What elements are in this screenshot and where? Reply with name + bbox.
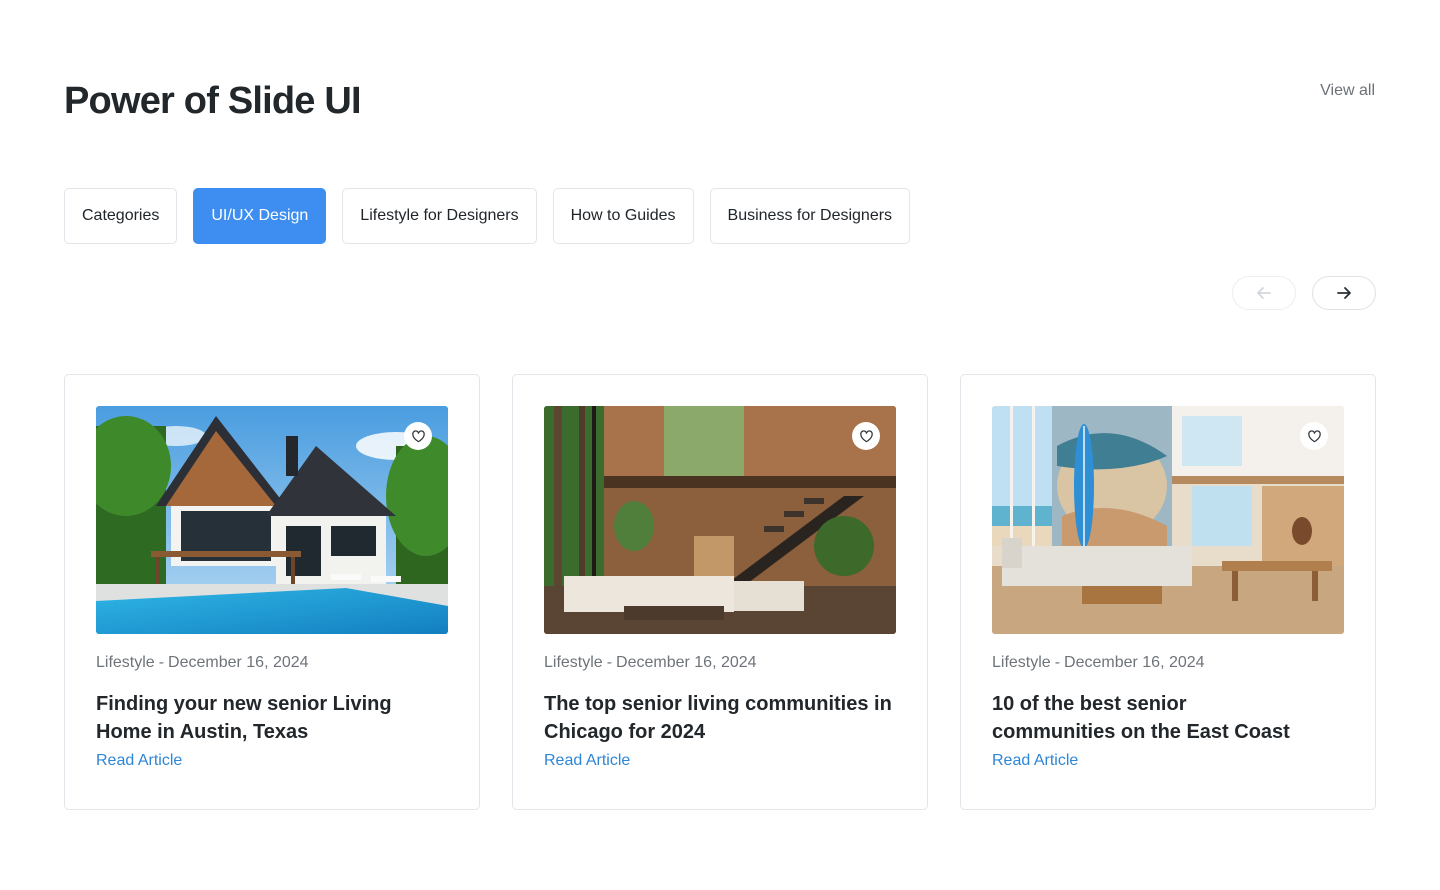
tab-ui-ux-design[interactable]: UI/UX Design xyxy=(193,188,327,244)
article-category: Lifestyle xyxy=(992,654,1051,671)
article-card[interactable]: Lifestyle - December 16, 2024 Finding your… xyxy=(64,374,480,810)
article-image-beach-house[interactable] xyxy=(992,406,1344,634)
heart-icon xyxy=(1307,429,1321,442)
living-room-staircase-image xyxy=(544,406,896,634)
read-article-link[interactable]: Read Article xyxy=(992,752,1078,770)
article-category: Lifestyle xyxy=(544,654,603,671)
heart-icon xyxy=(411,429,425,442)
arrow-left-icon xyxy=(1257,287,1271,299)
article-date: December 16, 2024 xyxy=(616,654,757,671)
tab-categories[interactable]: Categories xyxy=(64,188,178,244)
arrow-right-icon xyxy=(1337,287,1351,299)
article-title[interactable]: 10 of the best senior communities on the… xyxy=(992,690,1312,746)
article-image-living-room[interactable] xyxy=(544,406,896,634)
tab-how-to-guides[interactable]: How to Guides xyxy=(552,188,694,244)
page-title: Power of Slide UI xyxy=(64,80,362,122)
read-article-link[interactable]: Read Article xyxy=(544,752,630,770)
article-date: December 16, 2024 xyxy=(168,654,309,671)
article-card[interactable]: Lifestyle - December 16, 2024 The top seni… xyxy=(512,374,928,810)
favorite-button[interactable] xyxy=(404,422,432,450)
article-title[interactable]: The top senior living communities in Chi… xyxy=(544,690,896,746)
carousel-next-button[interactable] xyxy=(1312,276,1376,310)
read-article-link[interactable]: Read Article xyxy=(96,752,182,770)
article-meta: Lifestyle - December 16, 2024 xyxy=(96,654,448,672)
carousel-prev-button[interactable] xyxy=(1232,276,1296,310)
meta-separator: - xyxy=(606,654,613,671)
article-image-house[interactable] xyxy=(96,406,448,634)
favorite-button[interactable] xyxy=(1300,422,1328,450)
category-tabs: Categories UI/UX Design Lifestyle for De… xyxy=(64,188,911,244)
article-title[interactable]: Finding your new senior Living Home in A… xyxy=(96,690,416,746)
tab-lifestyle-for-designers[interactable]: Lifestyle for Designers xyxy=(342,188,537,244)
article-meta: Lifestyle - December 16, 2024 xyxy=(992,654,1344,672)
article-category: Lifestyle xyxy=(96,654,155,671)
carousel-controls xyxy=(1232,276,1376,310)
favorite-button[interactable] xyxy=(852,422,880,450)
meta-separator: - xyxy=(1054,654,1061,671)
article-card[interactable]: Lifestyle - December 16, 2024 10 of the be… xyxy=(960,374,1376,810)
article-cards: Lifestyle - December 16, 2024 Finding your… xyxy=(64,374,1376,810)
house-with-pool-image xyxy=(96,406,448,634)
view-all-link[interactable]: View all xyxy=(1320,82,1375,100)
tab-business-for-designers[interactable]: Business for Designers xyxy=(709,188,911,244)
heart-icon xyxy=(859,429,873,442)
article-meta: Lifestyle - December 16, 2024 xyxy=(544,654,896,672)
meta-separator: - xyxy=(158,654,165,671)
beach-house-surfboard-image xyxy=(992,406,1344,634)
article-date: December 16, 2024 xyxy=(1064,654,1205,671)
